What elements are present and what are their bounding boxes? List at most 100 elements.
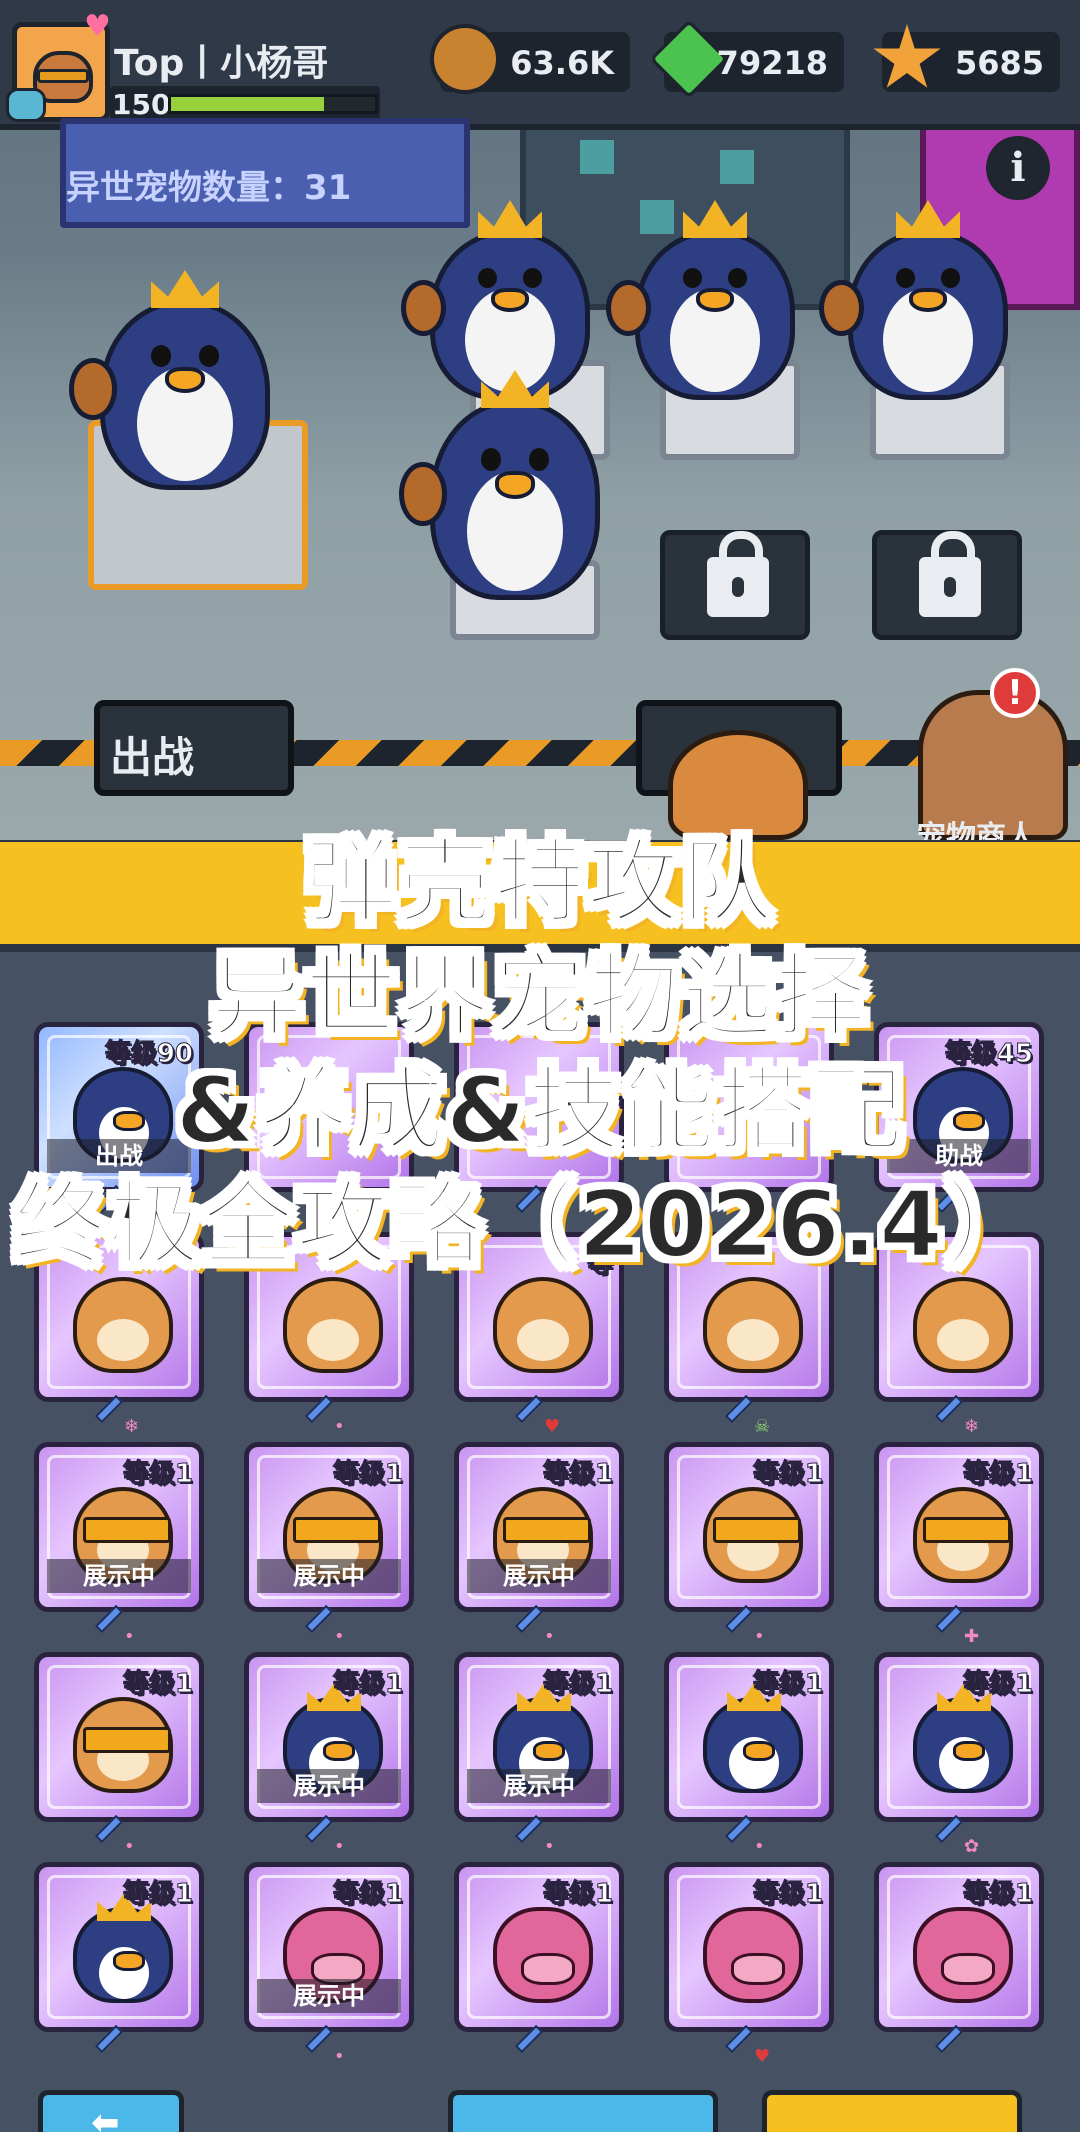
player-name: Top丨小杨哥 xyxy=(114,43,329,84)
pet-level-label: 等级1 xyxy=(752,1459,823,1490)
hamster-icon xyxy=(703,1277,803,1373)
action-button[interactable] xyxy=(448,2090,718,2132)
gem-counter[interactable]: 79218 xyxy=(649,19,844,99)
hamster-icon xyxy=(283,1277,383,1373)
xp-bar xyxy=(168,94,378,114)
pet-status-tag: 展示中 xyxy=(467,1769,611,1803)
skill-icon: ❄ xyxy=(964,1416,980,1437)
skill-icon: • xyxy=(544,1626,555,1647)
hamster-pet[interactable] xyxy=(668,730,808,840)
title-line-3: &养成&技能搭配 xyxy=(174,1056,905,1166)
hamster-icon xyxy=(913,1487,1013,1583)
pet-card[interactable]: 等级1 xyxy=(874,1862,1044,2032)
pet-skill-row: • xyxy=(254,1604,374,1648)
skill-icon: • xyxy=(124,1836,135,1857)
coin-value: 63.6K xyxy=(510,44,614,82)
pufferfish-icon xyxy=(703,1907,803,2003)
pet-count-label: 异世宠物数量：31 xyxy=(66,168,352,208)
penguin-icon xyxy=(913,1697,1013,1793)
coin-counter[interactable]: 63.6K xyxy=(430,24,630,94)
pet-card[interactable]: 等级1 展示中 xyxy=(244,1862,414,2032)
pet-skill-row: ☠ xyxy=(674,1394,794,1438)
back-button[interactable]: ⬅ xyxy=(38,2090,184,2132)
player-level: 150 xyxy=(112,88,171,121)
hamster-icon xyxy=(493,1277,593,1373)
pet-status-tag: 展示中 xyxy=(467,1559,611,1593)
pet-level-label: 等级1 xyxy=(542,1459,613,1490)
pet-status-tag: 展示中 xyxy=(257,1769,401,1803)
guide-title-overlay: 弹壳特攻队 异世界宠物选择 &养成&技能搭配 终极全攻略（2026.4） xyxy=(0,826,1080,1282)
penguin-pet[interactable] xyxy=(606,200,795,400)
pet-skill-row: ❄ xyxy=(44,1394,164,1438)
locked-slot[interactable] xyxy=(872,530,1022,640)
pet-level-label: 等级1 xyxy=(332,1669,403,1700)
pet-status-tag: 展示中 xyxy=(257,1559,401,1593)
background-window-light xyxy=(720,150,754,184)
skill-icon: • xyxy=(124,1626,135,1647)
skill-icon: • xyxy=(544,1836,555,1857)
pet-skill-row xyxy=(464,2024,584,2068)
pet-skill-row: • xyxy=(464,1814,584,1858)
pet-skill-row: • xyxy=(44,1604,164,1648)
gem-value: 79218 xyxy=(716,44,828,82)
skill-icon: • xyxy=(334,1416,345,1437)
hamster-icon xyxy=(913,1277,1013,1373)
pet-card[interactable]: 等级1 展示中 xyxy=(244,1442,414,1612)
pet-card[interactable]: 等级1 xyxy=(664,1862,834,2032)
penguin-pet[interactable] xyxy=(819,200,1008,400)
skill-icon: • xyxy=(754,1626,765,1647)
skill-icon: • xyxy=(334,2046,345,2067)
skill-icon: ❄ xyxy=(124,1416,140,1437)
pet-skill-row: ❄ xyxy=(884,1394,1004,1438)
penguin-pet[interactable] xyxy=(69,270,270,490)
confirm-button[interactable] xyxy=(762,2090,1022,2132)
pet-level-label: 等级1 xyxy=(122,1669,193,1700)
hamster-icon xyxy=(73,1277,173,1373)
lock-icon xyxy=(919,531,981,617)
star-icon xyxy=(873,24,941,88)
pet-level-label: 等级1 xyxy=(962,1459,1033,1490)
pet-level-label: 等级1 xyxy=(962,1879,1033,1910)
skill-icon: ♥ xyxy=(754,2046,771,2067)
pet-card[interactable]: 等级1 展示中 xyxy=(244,1652,414,1822)
skill-icon: ✚ xyxy=(964,1626,980,1647)
pet-skill-row xyxy=(44,2024,164,2068)
pet-skill-row: • xyxy=(254,1814,374,1858)
penguin-pet[interactable] xyxy=(399,370,600,600)
pet-skill-row: ♥ xyxy=(674,2024,794,2068)
pet-status-tag: 展示中 xyxy=(257,1979,401,2013)
pet-card[interactable]: 等级1 xyxy=(664,1442,834,1612)
pet-skill-row: ✿ xyxy=(884,1814,1004,1858)
pet-level-label: 等级1 xyxy=(122,1879,193,1910)
pufferfish-icon xyxy=(913,1907,1013,2003)
pufferfish-icon xyxy=(493,1907,593,2003)
pet-level-label: 等级1 xyxy=(542,1669,613,1700)
alert-badge: ! xyxy=(990,668,1040,718)
pet-card[interactable]: 等级1 展示中 xyxy=(454,1652,624,1822)
pet-card[interactable]: 等级1 展示中 xyxy=(34,1442,204,1612)
bear-badge-icon xyxy=(6,88,46,122)
hamster-icon xyxy=(703,1487,803,1583)
pet-card[interactable]: 等级1 展示中 xyxy=(454,1442,624,1612)
locked-slot[interactable] xyxy=(660,530,810,640)
skill-icon: • xyxy=(334,1836,345,1857)
info-button[interactable]: i xyxy=(986,136,1050,200)
pet-card[interactable]: 等级1 xyxy=(34,1652,204,1822)
penguin-icon xyxy=(73,1907,173,2003)
pet-card[interactable]: 等级1 xyxy=(34,1862,204,2032)
pet-card[interactable]: 等级1 xyxy=(664,1652,834,1822)
pet-level-label: 等级1 xyxy=(752,1879,823,1910)
pet-card[interactable]: 等级1 xyxy=(874,1652,1044,1822)
pet-status-tag: 展示中 xyxy=(47,1559,191,1593)
deploy-button-label: 出战 xyxy=(110,733,195,782)
coin-icon xyxy=(430,24,500,94)
pet-level-label: 等级1 xyxy=(542,1879,613,1910)
pet-level-label: 等级1 xyxy=(962,1669,1033,1700)
pet-card[interactable]: 等级1 xyxy=(874,1442,1044,1612)
skill-icon: ♥ xyxy=(544,1416,561,1437)
pet-level-label: 等级1 xyxy=(122,1459,193,1490)
title-line-1: 弹壳特攻队 xyxy=(303,828,775,938)
back-arrow-icon: ⬅ xyxy=(91,2103,120,2132)
pet-card[interactable]: 等级1 xyxy=(454,1862,624,2032)
star-counter[interactable]: 5685 xyxy=(873,24,1060,92)
